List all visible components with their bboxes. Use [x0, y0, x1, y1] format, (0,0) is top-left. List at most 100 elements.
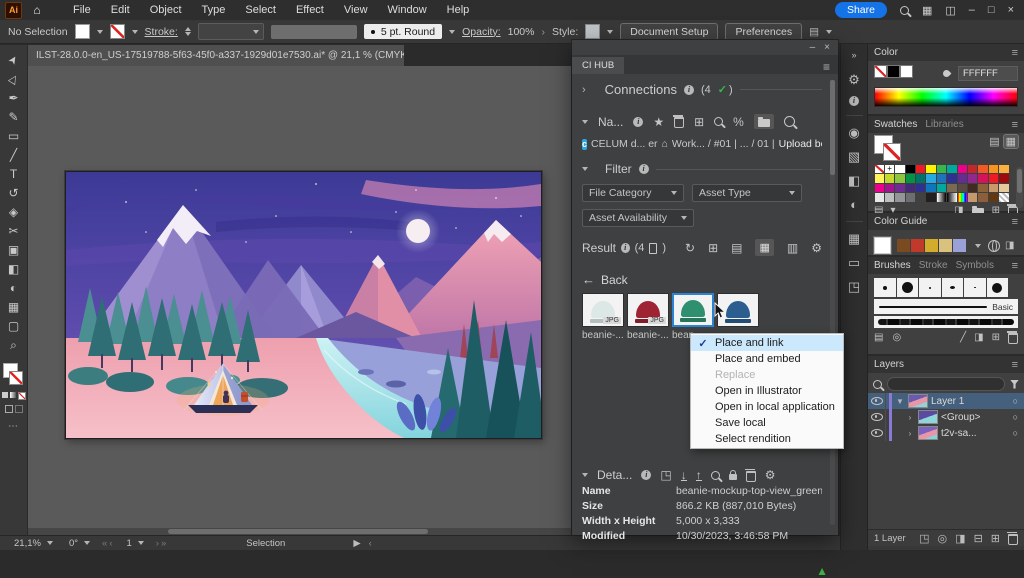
card-view-icon[interactable]: ▥ [787, 241, 798, 255]
document-tab[interactable]: ILST-28.0.0-en_US-17519788-5f63-45f0-a33… [28, 45, 404, 66]
swatch[interactable] [947, 174, 956, 183]
menu-edit[interactable]: Edit [102, 2, 139, 18]
color-guide-tab[interactable]: Color Guide [874, 216, 927, 227]
layers-tab[interactable]: Layers [874, 359, 904, 370]
brush-swatch[interactable] [897, 278, 919, 297]
opacity-value[interactable]: 100% [508, 26, 535, 38]
properties-gear-icon[interactable]: ⚙ [848, 72, 860, 87]
swatch[interactable] [895, 184, 904, 193]
layer-row[interactable]: › t2v-sa... ○ [868, 425, 1024, 441]
layer-visibility-icon[interactable] [871, 397, 883, 405]
layer-thumbnail[interactable] [918, 410, 938, 424]
restore-button[interactable]: □ [988, 4, 995, 16]
swatch[interactable]: + [885, 165, 894, 174]
link-icon[interactable]: % [733, 115, 744, 129]
status-play-icon[interactable]: ▶ [353, 538, 360, 549]
artboard-navigation-select[interactable]: 1 [122, 538, 147, 549]
clipping-mask-icon[interactable]: ◨ [955, 532, 965, 545]
illustrator-logo[interactable]: Ai [5, 2, 22, 19]
asset-availability-select[interactable]: Asset Availability [582, 209, 694, 227]
context-menu-item[interactable]: Open in Illustrator [691, 383, 843, 399]
brush-libraries-icon[interactable]: ▤ [874, 332, 883, 343]
nav-info-icon[interactable]: i [633, 117, 643, 127]
preferences-button[interactable]: Preferences [725, 23, 802, 41]
home-icon[interactable]: ⌂ [26, 3, 48, 17]
new-brush-icon[interactable]: ⊞ [992, 332, 1000, 343]
layers-search-input[interactable] [887, 377, 1005, 391]
swatch[interactable] [926, 174, 935, 183]
download-icon[interactable]: ↓ [681, 470, 687, 481]
workspace-switcher-icon[interactable]: ▦ [922, 4, 932, 17]
menu-effect[interactable]: Effect [287, 2, 333, 18]
layer-name[interactable]: <Group> [941, 412, 980, 423]
swatch[interactable] [999, 174, 1008, 183]
swatch[interactable] [999, 184, 1008, 193]
document-setup-button[interactable]: Document Setup [620, 23, 718, 41]
context-menu-item[interactable]: Open in local application [691, 399, 843, 415]
swatch[interactable] [875, 174, 884, 183]
color-mode-icon[interactable] [2, 392, 8, 398]
swatches-tab[interactable]: Swatches [874, 119, 917, 130]
none-mode-icon[interactable] [18, 392, 26, 400]
swatch-grid-view-icon[interactable]: ▦ [1004, 135, 1018, 148]
layer-name[interactable]: t2v-sa... [941, 428, 977, 439]
details-preview-icon[interactable] [711, 471, 720, 480]
layer-name[interactable]: Layer 1 [931, 396, 964, 407]
swatch[interactable] [885, 174, 894, 183]
swatch[interactable] [906, 174, 915, 183]
upload-icon[interactable]: ↑ [696, 470, 702, 481]
layer-row[interactable]: › <Group> ○ [868, 409, 1024, 425]
stroke-tab[interactable]: Stroke [919, 260, 948, 271]
brush-definition-select[interactable]: 5 pt. Round [364, 24, 442, 39]
color-guide-menu-icon[interactable]: ≡ [1012, 216, 1018, 228]
search-icon[interactable] [900, 6, 909, 15]
menu-object[interactable]: Object [141, 2, 191, 18]
layer-target-icon[interactable]: ○ [1013, 412, 1018, 422]
layer-thumbnail[interactable] [908, 394, 928, 408]
layer-row[interactable]: ▼ Layer 1 ○ [868, 393, 1024, 409]
asset-type-select[interactable]: Asset Type [692, 184, 802, 202]
color-panel-icon[interactable]: ◉ [848, 125, 859, 140]
swatch[interactable] [978, 174, 987, 183]
basic-brush-row[interactable]: Basic [874, 299, 1018, 314]
back-arrow-icon[interactable]: ← [582, 272, 595, 287]
stroke-label[interactable]: Stroke: [145, 26, 178, 38]
gradient-mode-icon[interactable] [10, 392, 16, 398]
grid-view-icon[interactable]: ▦ [755, 239, 773, 256]
swatch[interactable] [947, 165, 956, 174]
swatch[interactable] [958, 174, 967, 183]
gradient-tool[interactable]: ◧ [3, 260, 25, 279]
zoom-tool[interactable]: ⌕ [3, 336, 25, 355]
swatch[interactable] [999, 193, 1008, 202]
horizontal-scrollbar-thumb[interactable] [168, 529, 428, 534]
swatch[interactable] [989, 165, 998, 174]
connections-expand-icon[interactable]: › [582, 84, 586, 96]
layer-target-icon[interactable]: ○ [1013, 396, 1018, 406]
swatch[interactable] [989, 184, 998, 193]
swatch[interactable] [906, 184, 915, 193]
artboard[interactable] [65, 171, 542, 439]
swatch[interactable] [937, 193, 946, 202]
swatch[interactable] [906, 193, 915, 202]
rotation-select[interactable]: 0° [65, 538, 94, 549]
result-info-icon[interactable]: i [621, 243, 630, 253]
color-guide-swatch[interactable] [911, 239, 924, 252]
swatches-panel-menu-icon[interactable]: ≡ [1012, 119, 1018, 131]
style-well[interactable] [585, 24, 600, 39]
export-panel-icon[interactable]: ◳ [848, 279, 860, 294]
arrange-documents-icon[interactable]: ◫ [945, 4, 955, 17]
swatch[interactable] [999, 165, 1008, 174]
edit-toolbar-icon[interactable]: ⋯ [8, 421, 19, 432]
artboards-panel-icon[interactable]: ▭ [848, 255, 860, 270]
zoom-level-select[interactable]: 21,1% [10, 538, 57, 549]
color-guide-swatch[interactable] [897, 239, 910, 252]
layer-expand-icon[interactable]: ▼ [895, 397, 905, 406]
nav-collapse-icon[interactable] [582, 120, 588, 124]
menu-help[interactable]: Help [438, 2, 479, 18]
layer-expand-icon[interactable]: › [905, 413, 915, 422]
swatches-fill-stroke-proxy[interactable] [874, 135, 904, 161]
connections-info-icon[interactable]: i [684, 85, 694, 95]
hex-value-field[interactable]: FFFFFF [958, 66, 1018, 81]
layer-thumbnail[interactable] [918, 426, 938, 440]
gradient-panel-icon[interactable]: ◧ [848, 173, 860, 188]
